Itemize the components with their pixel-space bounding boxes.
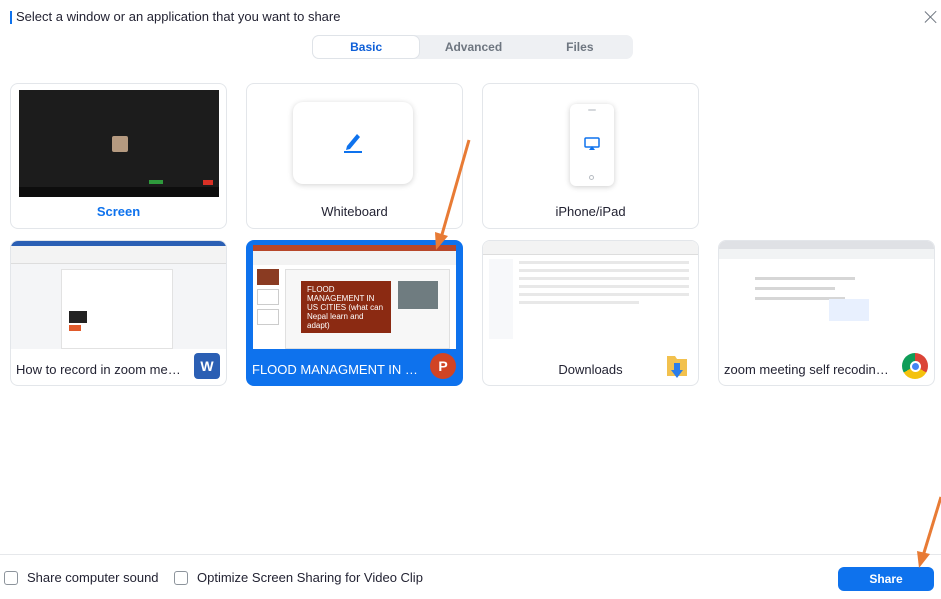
folder-icon [664, 353, 690, 379]
tile-screen-label: Screen [96, 204, 141, 219]
slide-title: FLOOD MANAGEMENT IN US CITIES (what can … [301, 281, 391, 333]
tile-word-label: How to record in zoom meeting ... [16, 362, 186, 377]
tile-screen[interactable]: Screen [10, 83, 227, 229]
tile-powerpoint-window[interactable]: FLOOD MANAGEMENT IN US CITIES (what can … [246, 240, 463, 386]
close-icon[interactable] [922, 8, 940, 26]
tab-basic[interactable]: Basic [313, 36, 420, 58]
chrome-window-thumbnail [719, 241, 934, 349]
downloads-window-thumbnail [483, 241, 698, 349]
tab-files[interactable]: Files [527, 35, 633, 59]
tile-word-window[interactable]: How to record in zoom meeting ... W [10, 240, 227, 386]
optimize-video-checkbox[interactable] [174, 570, 188, 585]
airplay-icon [584, 137, 600, 150]
share-sound-checkbox[interactable] [4, 570, 18, 585]
optimize-video-label: Optimize Screen Sharing for Video Clip [197, 570, 423, 585]
share-sound-option[interactable]: Share computer sound [4, 570, 159, 585]
footer-divider [0, 554, 941, 555]
dialog-title: Select a window or an application that y… [16, 9, 341, 24]
optimize-video-option[interactable]: Optimize Screen Sharing for Video Clip [174, 570, 423, 585]
powerpoint-window-thumbnail: FLOOD MANAGEMENT IN US CITIES (what can … [253, 245, 456, 349]
tile-whiteboard[interactable]: Whiteboard [246, 83, 463, 229]
title-accent-bar [10, 11, 12, 24]
tile-downloads-window[interactable]: Downloads [482, 240, 699, 386]
tile-whiteboard-label: Whiteboard [321, 204, 388, 219]
screen-thumbnail [19, 90, 219, 197]
share-sound-label: Share computer sound [27, 570, 159, 585]
whiteboard-card [293, 102, 413, 184]
chrome-icon [902, 353, 928, 379]
word-icon: W [194, 353, 220, 379]
tile-powerpoint-label: FLOOD MANAGMENT IN US CITI... [252, 362, 422, 377]
tile-chrome-window[interactable]: zoom meeting self recoding step... [718, 240, 935, 386]
share-button[interactable]: Share [838, 567, 934, 591]
tile-iphone-ipad[interactable]: iPhone/iPad [482, 83, 699, 229]
powerpoint-icon: P [430, 353, 456, 379]
tile-chrome-label: zoom meeting self recoding step... [724, 362, 894, 377]
tab-advanced[interactable]: Advanced [420, 35, 526, 59]
share-tabs: Basic Advanced Files [312, 35, 633, 59]
word-window-thumbnail [11, 241, 226, 349]
title-bar: Select a window or an application that y… [0, 0, 941, 36]
pencil-icon [344, 134, 362, 153]
tile-iphone-label: iPhone/iPad [555, 204, 626, 219]
phone-card [570, 104, 614, 186]
